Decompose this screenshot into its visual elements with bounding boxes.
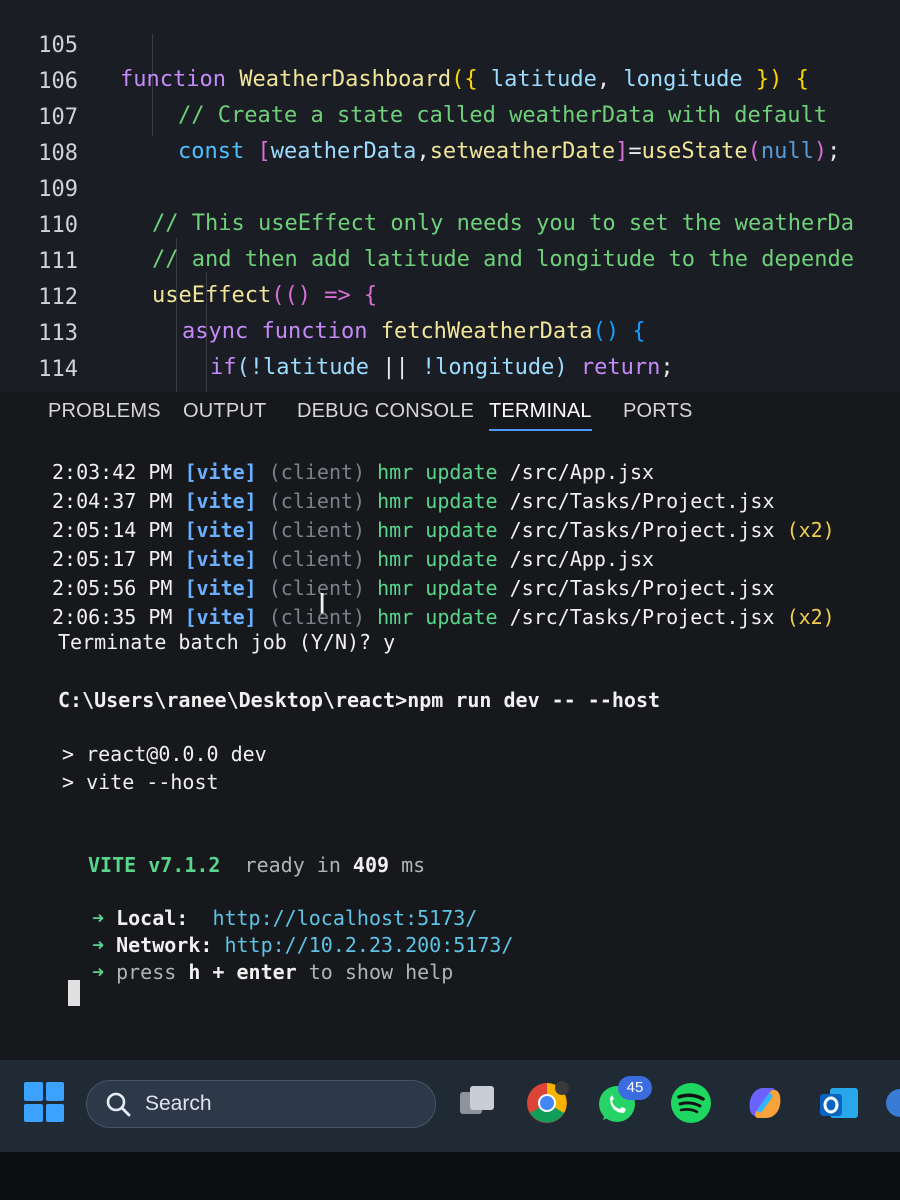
terminal-output[interactable]: 2:03:42 PM [vite] (client) hmr update /s… [0,392,900,1060]
log-time: 2:05:56 PM [52,576,173,600]
log-tag: [vite] [184,547,257,571]
code-line: 109 // This useEffect only needs you to … [0,139,900,236]
network-url-link[interactable]: http://10.2.23.200:5173/ [224,933,513,957]
log-path: /src/Tasks/Project.jsx [509,489,775,513]
log-cmd: hmr update [377,489,498,513]
code-line: 113 if(!latitude || !longitude) return; [0,283,900,380]
arrow-icon: ➜ [92,933,105,957]
log-cmd: hmr update [377,547,498,571]
chrome-icon[interactable] [524,1080,570,1126]
taskbar-search[interactable]: Search [86,1080,436,1128]
log-count: (x2) [786,605,835,629]
log-cmd: hmr update [377,460,498,484]
log-path: /src/Tasks/Project.jsx [509,605,775,629]
vite-version: VITE v7.1.2 [88,853,221,877]
ready-unit: ms [389,853,426,877]
log-line: 2:05:17 PM [vite] (client) hmr update /s… [52,545,654,573]
log-tag: [vite] [184,605,257,629]
outlook-icon[interactable] [816,1080,862,1126]
code-line: 110 // and then add latitude and longitu… [0,175,900,272]
command-prompt: C:\Users\ranee\Desktop\react>npm run dev… [58,688,661,712]
log-tag: [vite] [184,489,257,513]
copilot-icon[interactable] [742,1080,788,1126]
text-cursor-icon: I [318,587,327,620]
search-icon [106,1092,131,1117]
help-line: ➜ press h + enter to show help [92,958,453,986]
log-time: 2:04:37 PM [52,489,173,513]
log-client: (client) [268,605,366,629]
log-time: 2:03:42 PM [52,460,173,484]
script-line: > vite --host [62,770,219,794]
log-line: 2:04:37 PM [vite] (client) hmr update /s… [52,487,775,515]
local-url-link[interactable]: http://localhost:5173/ [212,906,477,930]
log-line: 2:06:35 PM [vite] (client) hmr update /s… [52,603,835,631]
log-path: /src/Tasks/Project.jsx [509,576,775,600]
notification-badge: 45 [618,1076,652,1100]
script-line: > react@0.0.0 dev [62,742,267,766]
log-client: (client) [268,518,366,542]
log-path: /src/App.jsx [509,460,655,484]
local-label: Local: [116,906,189,930]
code-line: 108 [0,103,900,166]
network-url-line: ➜ Network: http://10.2.23.200:5173/ [92,931,513,959]
taskbar: Search 45 [0,1060,900,1152]
windows-start-icon[interactable] [24,1082,64,1122]
log-tag: [vite] [184,576,257,600]
log-client: (client) [268,460,366,484]
spotify-icon[interactable] [668,1080,714,1126]
log-cmd: hmr update [377,518,498,542]
log-tag: [vite] [184,518,257,542]
code-line: 115 const response = await fetch( [0,353,900,392]
help-key: h + enter [188,960,297,984]
log-cmd: hmr update [377,605,498,629]
network-label: Network: [116,933,213,957]
code-line: 106 // Create a state called weatherData… [0,31,900,128]
log-cmd: hmr update [377,576,498,600]
help-text: to show help [296,960,454,984]
log-client: (client) [268,489,366,513]
log-path: /src/App.jsx [509,547,655,571]
ready-text: ready in [244,853,353,877]
ready-ms: 409 [352,853,390,877]
code-line: 107 const [weatherData,setweatherDate]=u… [0,67,900,164]
log-time: 2:05:14 PM [52,518,173,542]
log-line: 2:05:14 PM [vite] (client) hmr update /s… [52,516,835,544]
task-view-icon[interactable] [454,1080,500,1126]
code-line: 105 function WeatherDashboard({ latitude… [0,0,900,92]
search-label: Search [145,1092,212,1115]
app-icon[interactable] [884,1080,900,1126]
log-client: (client) [268,547,366,571]
log-path: /src/Tasks/Project.jsx [509,518,775,542]
log-time: 2:06:35 PM [52,605,173,629]
terminal-cursor [68,980,80,1006]
help-text: press [116,960,189,984]
log-line: 2:05:56 PM [vite] (client) hmr update /s… [52,574,775,602]
vite-ready-line: VITE v7.1.2 ready in 409 ms [88,851,425,879]
code-line: 114 try { [0,319,900,392]
bottom-panel: PROBLEMS OUTPUT DEBUG CONSOLE TERMINAL P… [0,392,900,1060]
log-count: (x2) [786,518,835,542]
log-client: (client) [268,576,366,600]
code-editor[interactable]: 105 function WeatherDashboard({ latitude… [0,0,900,392]
arrow-icon: ➜ [92,960,105,984]
terminate-prompt: Terminate batch job (Y/N)? y [58,630,396,654]
monitor-bezel [0,1152,900,1200]
log-line: 2:03:42 PM [vite] (client) hmr update /s… [52,458,654,486]
local-url-line: ➜ Local: http://localhost:5173/ [92,904,477,932]
arrow-icon: ➜ [92,906,105,930]
log-tag: [vite] [184,460,257,484]
code-line: 111 useEffect(() => { [0,211,900,308]
code-line: 112 async function fetchWeatherData() { [0,247,900,344]
log-time: 2:05:17 PM [52,547,173,571]
